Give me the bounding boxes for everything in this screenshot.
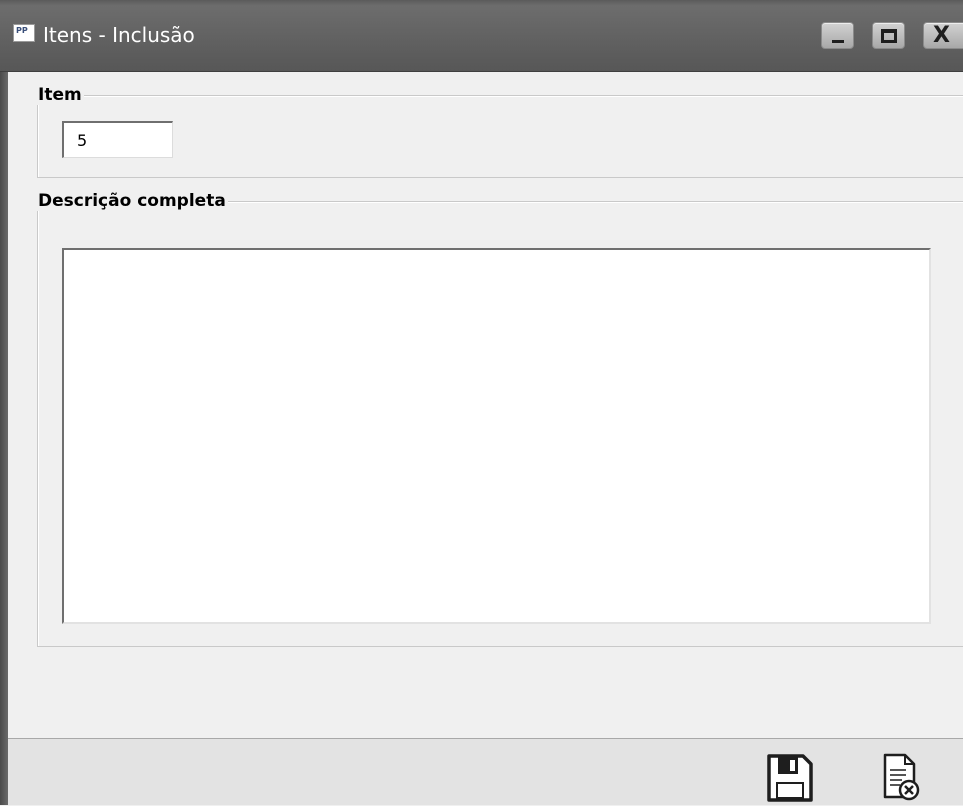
item-groupbox: Item xyxy=(37,85,963,178)
bottom-toolbar xyxy=(8,738,963,805)
form-content: Item Descrição completa xyxy=(8,72,963,738)
app-icon: PP xyxy=(13,24,35,42)
floppy-disk-icon xyxy=(767,754,813,802)
cancel-button[interactable] xyxy=(878,753,924,803)
close-icon: X xyxy=(933,23,950,48)
save-button[interactable] xyxy=(767,753,813,803)
maximize-icon xyxy=(881,29,897,43)
minimize-icon xyxy=(832,40,844,43)
window-left-border xyxy=(0,0,8,805)
minimize-button[interactable] xyxy=(821,22,854,49)
window-title: Itens - Inclusão xyxy=(43,23,195,47)
item-field[interactable] xyxy=(62,121,173,158)
description-groupbox: Descrição completa xyxy=(37,191,963,647)
description-textarea[interactable] xyxy=(62,248,931,624)
title-bar[interactable]: PP Itens - Inclusão X xyxy=(0,0,963,72)
item-group-label: Item xyxy=(37,85,84,105)
document-cancel-icon xyxy=(883,753,920,801)
maximize-button[interactable] xyxy=(872,22,905,49)
description-group-label: Descrição completa xyxy=(37,191,228,211)
close-button[interactable]: X xyxy=(923,22,963,49)
